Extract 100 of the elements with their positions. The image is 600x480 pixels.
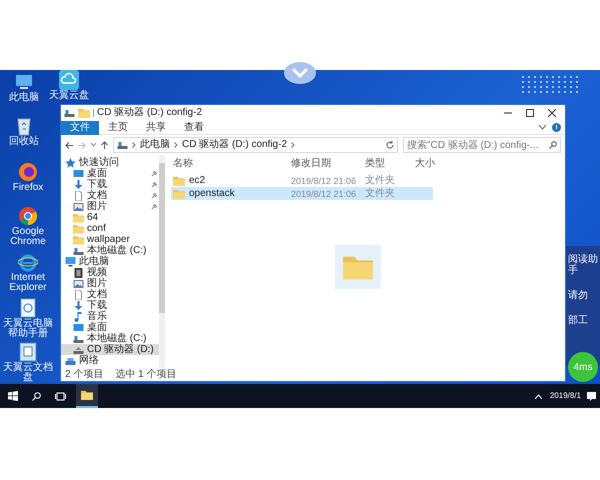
notification-icon[interactable] — [587, 392, 596, 400]
file-row[interactable]: ec2 2019/8/12 21:06 文件夹 — [171, 174, 433, 187]
nav-item[interactable]: 文档 — [61, 190, 159, 201]
column-header[interactable]: 大小 — [415, 159, 451, 169]
nav-item[interactable]: 本地磁盘 (C:) — [61, 245, 159, 256]
chevron-right-icon[interactable] — [132, 142, 136, 148]
search-field[interactable]: 搜索"CD 驱动器 (D:) config-... — [403, 137, 561, 153]
back-arrow-icon[interactable] — [65, 142, 73, 148]
chevron-up-icon[interactable] — [534, 394, 542, 398]
shortcut-label: Firefox — [12, 183, 44, 193]
ribbon-tab[interactable]: 共享 — [137, 120, 175, 134]
document-icon — [73, 290, 84, 300]
scrollbar-thumb[interactable] — [159, 163, 165, 313]
drive-icon — [117, 140, 128, 150]
folder-icon — [81, 390, 93, 400]
chevron-down-icon[interactable] — [539, 125, 546, 130]
nav-item[interactable]: 64 — [61, 212, 159, 223]
status-text: 2 个项目 — [65, 370, 104, 380]
drive-icon — [73, 334, 84, 344]
nav-item[interactable]: CD 驱动器 (D:) — [61, 344, 159, 355]
tray-date: 2019/8/1 — [550, 392, 581, 400]
desktop-shortcut[interactable]: Google Chrome — [2, 206, 54, 247]
divider-icon — [93, 109, 94, 117]
desktop-shortcut[interactable]: Internet Explorer — [2, 252, 54, 293]
nav-item[interactable]: 图片 — [61, 201, 159, 212]
nav-item[interactable]: conf — [61, 223, 159, 234]
folder-icon — [78, 108, 90, 118]
close-icon[interactable] — [548, 109, 556, 117]
film-icon — [73, 268, 84, 278]
file-row[interactable]: openstack 2019/8/12 21:06 文件夹 — [171, 187, 433, 200]
document-icon — [73, 190, 84, 200]
computer-icon — [14, 72, 34, 92]
side-panel-link[interactable]: 请勿 — [568, 290, 598, 301]
nav-item[interactable]: 下载 — [61, 300, 159, 311]
ribbon-tab[interactable]: 文件 — [61, 120, 99, 134]
folder-icon — [73, 224, 84, 234]
shortcut-label: 此电脑 — [9, 93, 39, 103]
shortcut-label: 天翼云文档盘 — [2, 363, 54, 383]
nav-item[interactable]: 本地磁盘 (C:) — [61, 333, 159, 344]
nav-item[interactable]: 桌面 — [61, 168, 159, 179]
refresh-icon[interactable] — [386, 141, 394, 149]
nav-item[interactable]: 网络 — [61, 355, 159, 366]
document-icon — [18, 342, 38, 362]
chevron-down-icon[interactable] — [284, 62, 316, 84]
nav-item[interactable]: 快速访问 — [61, 157, 159, 168]
ribbon-tab[interactable]: 查看 — [175, 120, 213, 134]
folder-icon — [173, 188, 185, 198]
desktop-shortcut[interactable]: 天翼云文档盘 — [2, 342, 54, 383]
download-icon — [73, 300, 84, 310]
help-icon[interactable] — [552, 123, 561, 132]
document-icon — [18, 298, 38, 318]
drive-icon — [73, 246, 84, 256]
up-arrow-icon[interactable] — [101, 141, 108, 149]
nav-item[interactable]: 文档 — [61, 289, 159, 300]
task-view-icon[interactable] — [55, 392, 66, 400]
windows-logo-icon[interactable] — [8, 391, 18, 401]
cloud-icon — [59, 70, 79, 90]
status-text: 选中 1 个项目 — [115, 370, 176, 380]
taskbar-app[interactable] — [76, 384, 98, 408]
caret-icon[interactable] — [91, 143, 96, 147]
nav-item[interactable]: 图片 — [61, 278, 159, 289]
search-icon — [549, 141, 557, 149]
desktop-shortcut[interactable]: 天翼云盘 — [44, 70, 94, 101]
computer-icon — [65, 256, 76, 266]
nav-item[interactable]: 视频 — [61, 267, 159, 278]
nav-item[interactable]: 桌面 — [61, 322, 159, 333]
column-header[interactable]: 名称 — [173, 159, 291, 169]
picture-icon — [73, 202, 84, 212]
folder-icon — [73, 234, 84, 244]
desktop-shortcut[interactable]: 天翼云电脑帮助手册 — [2, 298, 54, 339]
nav-item[interactable]: 下载 — [61, 179, 159, 190]
download-icon — [73, 180, 84, 190]
search-icon[interactable] — [32, 392, 41, 400]
shortcut-label: Internet Explorer — [8, 273, 48, 293]
nav-item[interactable]: 音乐 — [61, 311, 159, 322]
nav-item[interactable]: 此电脑 — [61, 256, 159, 267]
nav-item[interactable]: wallpaper — [61, 234, 159, 245]
address-bar[interactable]: 此电脑 CD 驱动器 (D:) config-2 — [113, 137, 398, 153]
monitor-icon — [73, 322, 84, 332]
picture-icon — [73, 278, 84, 288]
maximize-icon[interactable] — [526, 109, 534, 117]
side-panel-link[interactable]: 部工 — [568, 315, 598, 326]
chevron-right-icon[interactable] — [291, 142, 296, 148]
breadcrumb-item[interactable]: 此电脑 — [140, 140, 170, 150]
column-header[interactable]: 修改日期 — [291, 159, 365, 169]
window-title: CD 驱动器 (D:) config-2 — [97, 108, 202, 118]
desktop-shortcut[interactable]: Firefox — [2, 162, 54, 193]
side-panel-link[interactable]: 阅读助手 — [568, 254, 598, 276]
letter-e-icon — [18, 252, 38, 272]
desktop-shortcut[interactable]: 此电脑 — [2, 72, 46, 103]
breadcrumb-item[interactable]: CD 驱动器 (D:) config-2 — [182, 140, 288, 150]
music-note-icon — [73, 312, 84, 322]
ribbon-tab[interactable]: 主页 — [99, 120, 137, 134]
desktop-shortcut[interactable]: 回收站 — [2, 116, 46, 147]
shortcut-label: 天翼云电脑帮助手册 — [2, 319, 54, 339]
chevron-right-icon[interactable] — [174, 142, 178, 148]
column-header[interactable]: 类型 — [365, 159, 415, 169]
drive-icon — [64, 108, 75, 118]
fox-globe-icon — [18, 162, 38, 182]
round-logo-icon — [18, 206, 38, 226]
